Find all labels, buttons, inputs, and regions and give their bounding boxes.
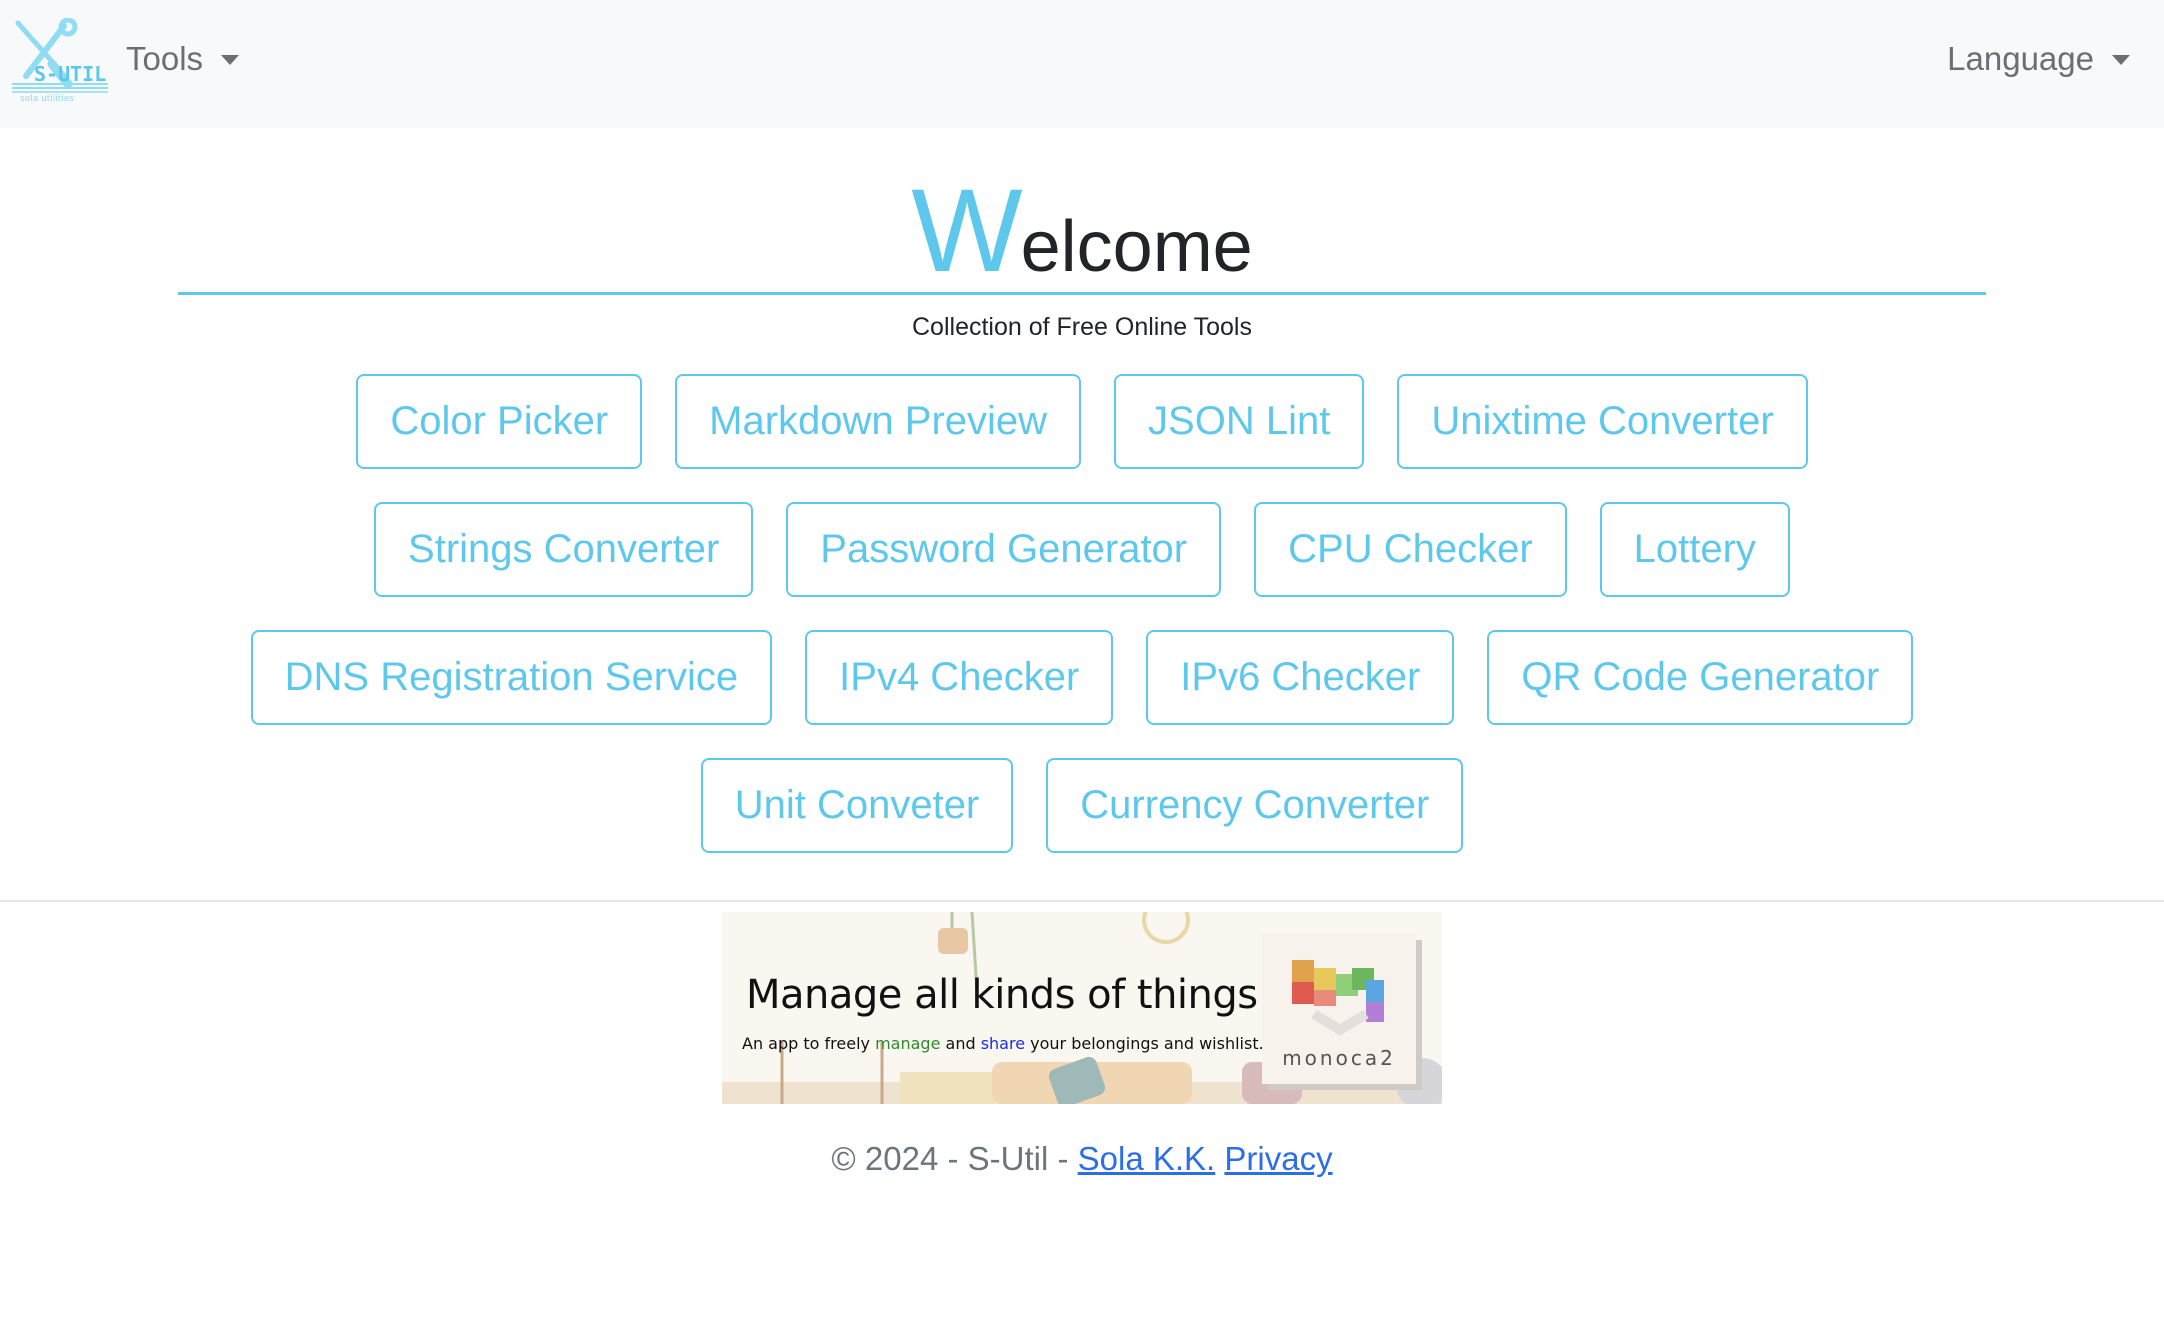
company-link[interactable]: Sola K.K.	[1078, 1140, 1216, 1177]
footer: © 2024 - S-Util - Sola K.K. Privacy	[0, 1140, 2164, 1178]
tool-row: DNS Registration Service IPv4 Checker IP…	[250, 630, 1914, 725]
ad-headline: Manage all kinds of things	[746, 972, 1258, 1018]
ad-subtext-share: share	[980, 1034, 1026, 1053]
ad-subtext-manage: manage	[875, 1034, 941, 1053]
tool-button-currency-converter[interactable]: Currency Converter	[1046, 758, 1464, 853]
tool-button-json-lint[interactable]: JSON Lint	[1114, 374, 1365, 469]
tools-dropdown[interactable]: Tools	[126, 40, 240, 78]
navbar: S-UTIL sola utilities Tools Language	[0, 0, 2164, 128]
tool-button-markdown-preview[interactable]: Markdown Preview	[675, 374, 1082, 469]
title-underline	[178, 292, 1986, 295]
monoca-cubes-icon	[1292, 960, 1384, 1036]
footer-copyright: © 2024 - S-Util -	[831, 1140, 1078, 1177]
title-first-letter: W	[911, 165, 1022, 297]
page-subtitle: Collection of Free Online Tools	[912, 313, 1252, 341]
caret-down-icon	[2112, 55, 2130, 65]
tool-button-cpu-checker[interactable]: CPU Checker	[1254, 502, 1567, 597]
tool-button-unit-converter[interactable]: Unit Conveter	[700, 758, 1014, 853]
ad-brand-name: monoca2	[1282, 1046, 1396, 1070]
tool-button-unixtime-converter[interactable]: Unixtime Converter	[1397, 374, 1808, 469]
ad-brand-panel: monoca2	[1262, 934, 1416, 1084]
tool-button-color-picker[interactable]: Color Picker	[356, 374, 643, 469]
tool-row: Strings Converter Password Generator CPU…	[374, 502, 1790, 597]
page-title: Welcome	[0, 172, 2164, 290]
logo-subtext: sola utilities	[20, 94, 74, 103]
title-rest: elcome	[1020, 207, 1253, 287]
tool-row: Unit Conveter Currency Converter	[700, 758, 1464, 853]
welcome-header: Welcome	[0, 172, 2164, 292]
ad-subtext-suffix: your belongings and wishlist.	[1025, 1034, 1264, 1053]
ad-subtext-prefix: An app to freely	[742, 1034, 876, 1053]
ad-subtext: An app to freely manage and share your b…	[742, 1034, 1264, 1053]
ad-subtext-and: and	[940, 1034, 981, 1053]
language-dropdown-label: Language	[1947, 40, 2094, 77]
tool-button-strings-converter[interactable]: Strings Converter	[374, 502, 754, 597]
tool-button-qr-code-generator[interactable]: QR Code Generator	[1487, 630, 1914, 725]
tools-dropdown-label: Tools	[126, 40, 204, 77]
logo-text: S-UTIL	[34, 62, 106, 86]
site-logo[interactable]: S-UTIL sola utilities	[8, 18, 113, 103]
tool-list: Color Picker Markdown Preview JSON Lint …	[178, 374, 1986, 886]
tool-button-dns-registration[interactable]: DNS Registration Service	[250, 630, 773, 725]
privacy-link[interactable]: Privacy	[1224, 1140, 1332, 1177]
tool-button-ipv6-checker[interactable]: IPv6 Checker	[1146, 630, 1455, 725]
tool-button-password-generator[interactable]: Password Generator	[786, 502, 1222, 597]
tool-button-ipv4-checker[interactable]: IPv4 Checker	[805, 630, 1114, 725]
ad-banner[interactable]: Manage all kinds of things An app to fre…	[722, 912, 1442, 1104]
caret-down-icon	[221, 55, 240, 65]
language-dropdown[interactable]: Language	[1947, 40, 2130, 78]
tool-button-lottery[interactable]: Lottery	[1599, 502, 1790, 597]
tool-row: Color Picker Markdown Preview JSON Lint …	[356, 374, 1808, 469]
section-divider	[0, 900, 2164, 902]
